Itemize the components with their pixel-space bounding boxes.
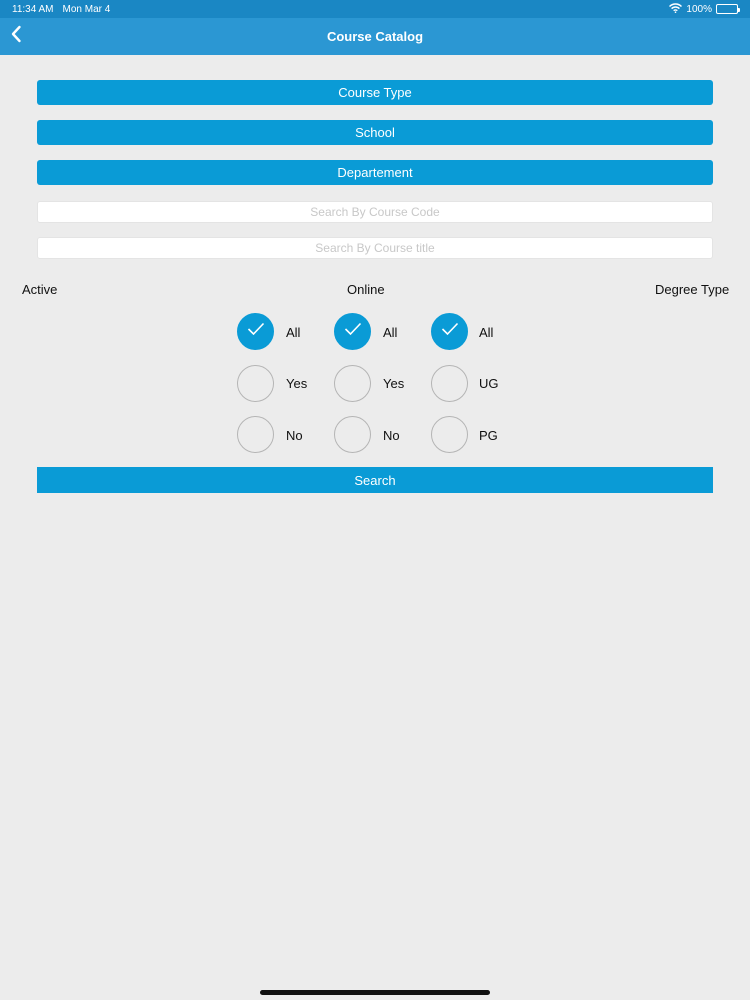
online-label: Online <box>347 282 385 297</box>
department-button[interactable]: Departement <box>37 160 713 185</box>
status-right: 100% <box>669 2 740 16</box>
online-yes-label: Yes <box>383 376 405 391</box>
status-bar: 11:34 AM Mon Mar 4 100% <box>0 0 750 18</box>
search-button[interactable]: Search <box>37 467 713 493</box>
online-all-radio[interactable] <box>334 313 371 350</box>
status-date: Mon Mar 4 <box>62 3 111 15</box>
course-title-search-input[interactable] <box>37 237 713 259</box>
battery-icon <box>716 4 740 14</box>
course-type-button[interactable]: Course Type <box>37 80 713 105</box>
degree-all-radio[interactable] <box>431 313 468 350</box>
active-all-label: All <box>286 325 301 340</box>
checkmark-icon <box>441 322 459 341</box>
wifi-icon <box>669 2 683 16</box>
checkmark-icon <box>247 322 265 341</box>
nav-bar: Course Catalog <box>0 18 750 55</box>
degree-type-label: Degree Type <box>655 282 730 297</box>
status-time: 11:34 AM <box>12 3 54 15</box>
course-code-search-input[interactable] <box>37 201 713 223</box>
page-title: Course Catalog <box>326 29 424 44</box>
active-no-radio[interactable] <box>237 416 274 453</box>
degree-pg-label: PG <box>479 428 498 443</box>
battery-percent: 100% <box>686 3 712 15</box>
checkmark-icon <box>344 322 362 341</box>
degree-pg-radio[interactable] <box>431 416 468 453</box>
online-yes-radio[interactable] <box>334 365 371 402</box>
active-no-label: No <box>286 428 303 443</box>
active-label: Active <box>22 282 58 297</box>
degree-ug-radio[interactable] <box>431 365 468 402</box>
active-yes-radio[interactable] <box>237 365 274 402</box>
online-all-label: All <box>383 325 398 340</box>
school-button[interactable]: School <box>37 120 713 145</box>
active-all-radio[interactable] <box>237 313 274 350</box>
active-yes-label: Yes <box>286 376 308 391</box>
degree-ug-label: UG <box>479 376 499 391</box>
online-no-label: No <box>383 428 400 443</box>
online-no-radio[interactable] <box>334 416 371 453</box>
degree-all-label: All <box>479 325 494 340</box>
home-indicator[interactable] <box>260 990 490 995</box>
